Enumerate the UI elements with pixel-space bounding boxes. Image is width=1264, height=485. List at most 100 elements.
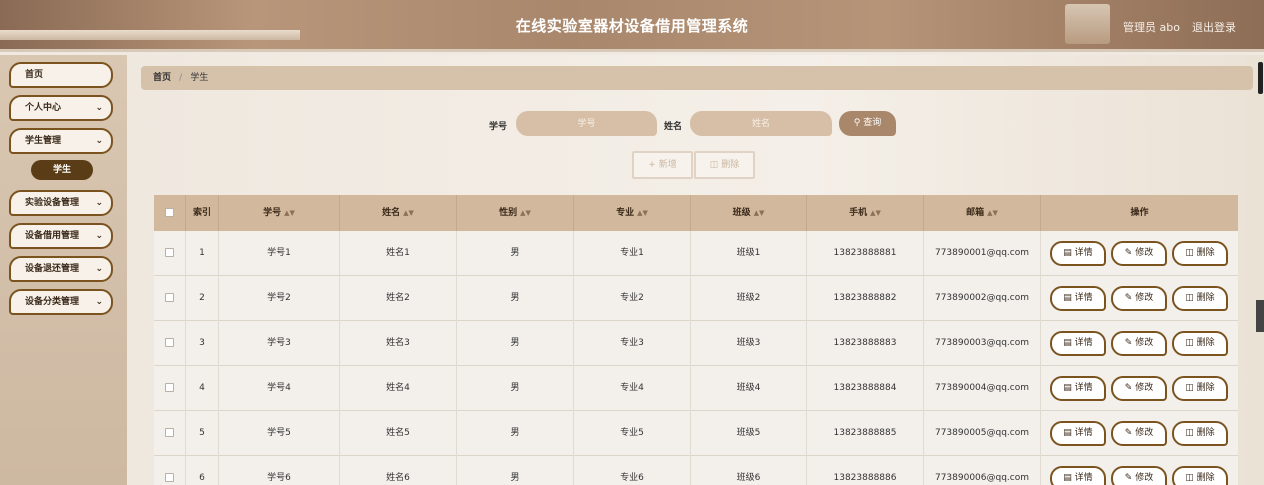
edit-button[interactable]: ✎ 修改 [1111,286,1167,311]
class-cell: 班级4 [691,366,807,411]
email-cell: 773890006@qq.com [924,456,1041,485]
sidebar-item-equipment-management[interactable]: 实验设备管理 ⌄ [9,190,113,216]
select-cell [154,366,186,411]
document-icon: ▤ [1063,338,1075,348]
trash-icon: ◫ [1185,338,1197,348]
class-cell: 班级6 [691,456,807,485]
index-cell: 1 [186,231,219,276]
delete-button[interactable]: ◫ 删除 [1172,376,1228,401]
row-checkbox[interactable] [165,248,174,257]
logout-link[interactable]: 退出登录 [1192,19,1236,35]
sort-icon: ▲▼ [753,209,765,217]
gender-cell: 男 [457,276,574,321]
sidebar-item-return-management[interactable]: 设备退还管理 ⌄ [9,256,113,282]
sidebar-item-personal-center[interactable]: 个人中心 ⌄ [9,95,113,121]
column-header-phone[interactable]: 手机 ▲▼ [807,195,924,231]
sidebar-item-student-management[interactable]: 学生管理 ⌄ [9,128,113,154]
trash-icon: ◫ [1185,473,1197,483]
actions-cell: ▤ 详情 ✎ 修改 ◫ 删除 [1041,276,1238,321]
select-all-checkbox[interactable] [165,208,174,217]
name-input[interactable] [690,111,832,136]
scrollbar[interactable] [1258,62,1263,94]
query-button[interactable]: ⚲ 查询 [839,111,896,136]
row-checkbox[interactable] [165,383,174,392]
sidebar-item-label: 设备借用管理 [25,231,80,241]
detail-button[interactable]: ▤ 详情 [1050,466,1106,485]
student-id-input[interactable] [516,111,657,136]
detail-button[interactable]: ▤ 详情 [1050,286,1106,311]
table-row: 1 学号1 姓名1 男专业1 班级1 13823888881 773890001@qq.co… [154,231,1238,276]
sort-icon: ▲▼ [637,209,648,217]
detail-button[interactable]: ▤ 详情 [1050,241,1106,266]
edit-button[interactable]: ✎ 修改 [1111,376,1167,401]
breadcrumb-home[interactable]: 首页 [153,73,171,83]
delete-button[interactable]: ◫ 删除 [1172,331,1228,356]
pencil-icon: ✎ [1124,473,1136,483]
pencil-icon: ✎ [1124,428,1136,438]
class-cell: 班级2 [691,276,807,321]
phone-cell: 13823888883 [807,321,924,366]
trash-icon: ◫ [1185,383,1197,393]
select-cell [154,456,186,485]
detail-button-label: 详情 [1074,338,1093,348]
student-id-cell: 学号2 [219,276,340,321]
column-header-gender[interactable]: 性别 ▲▼ [457,195,574,231]
column-header-class[interactable]: 班级 ▲▼ [691,195,807,231]
trash-icon: ◫ [1185,293,1197,303]
app-title: 在线实验室器材设备借用管理系统 [515,17,749,35]
email-cell: 773890004@qq.com [924,366,1041,411]
app-header: 在线实验室器材设备借用管理系统 管理员 abo 退出登录 [0,0,1264,52]
row-checkbox[interactable] [165,473,174,482]
trash-icon: ◫ [1185,428,1197,438]
breadcrumb: 首页 / 学生 [141,66,1253,90]
row-checkbox[interactable] [165,428,174,437]
name-cell: 姓名3 [340,321,457,366]
edit-button[interactable]: ✎ 修改 [1111,331,1167,356]
delete-button[interactable]: ◫ 删除 [1172,421,1228,446]
delete-button[interactable]: ◫ 删除 [1172,286,1228,311]
column-header-email[interactable]: 邮箱 ▲▼ [924,195,1041,231]
detail-button[interactable]: ▤ 详情 [1050,331,1106,356]
detail-button-label: 详情 [1074,473,1093,483]
row-checkbox[interactable] [165,293,174,302]
sidebar-item-borrow-management[interactable]: 设备借用管理 ⌄ [9,223,113,249]
sidebar-item-category-management[interactable]: 设备分类管理 ⌄ [9,289,113,315]
name-cell: 姓名4 [340,366,457,411]
student-id-cell: 学号3 [219,321,340,366]
table-row: 6 学号6 姓名6 男专业6 班级6 13823888886 773890006@qq.co… [154,456,1238,485]
table-row: 4 学号4 姓名4 男专业4 班级4 13823888884 773890004@qq.co… [154,366,1238,411]
pencil-icon: ✎ [1124,248,1136,258]
batch-delete-button[interactable]: ◫ 删除 [694,151,755,179]
column-header-student-id[interactable]: 学号 ▲▼ [219,195,340,231]
detail-button[interactable]: ▤ 详情 [1050,376,1106,401]
name-cell: 姓名6 [340,456,457,485]
sidebar-subitem-student[interactable]: 学生 [31,160,93,180]
side-collapse-tab[interactable] [1256,300,1264,332]
document-icon: ▤ [1063,383,1075,393]
index-cell: 5 [186,411,219,456]
index-cell: 2 [186,276,219,321]
chevron-down-icon: ⌄ [95,297,103,307]
delete-button[interactable]: ◫ 删除 [1172,241,1228,266]
index-cell: 3 [186,321,219,366]
edit-button[interactable]: ✎ 修改 [1111,421,1167,446]
column-header-name[interactable]: 姓名 ▲▼ [340,195,457,231]
delete-button[interactable]: ◫ 删除 [1172,466,1228,485]
add-button[interactable]: + 新增 [632,151,693,179]
name-cell: 姓名1 [340,231,457,276]
search-icon: ⚲ [853,118,861,128]
edit-button[interactable]: ✎ 修改 [1111,241,1167,266]
major-cell: 专业5 [574,411,691,456]
detail-button[interactable]: ▤ 详情 [1050,421,1106,446]
sidebar-item-home[interactable]: 首页 [9,62,113,88]
edit-button[interactable]: ✎ 修改 [1111,466,1167,485]
edit-button-label: 修改 [1135,383,1154,393]
class-cell: 班级5 [691,411,807,456]
delete-button-label: 删除 [1196,248,1215,258]
column-header-major[interactable]: 专业 ▲▼ [574,195,691,231]
row-checkbox[interactable] [165,338,174,347]
major-cell: 专业3 [574,321,691,366]
breadcrumb-current: 学生 [190,73,209,83]
actions-cell: ▤ 详情 ✎ 修改 ◫ 删除 [1041,456,1238,485]
chevron-down-icon: ⌄ [95,198,103,208]
